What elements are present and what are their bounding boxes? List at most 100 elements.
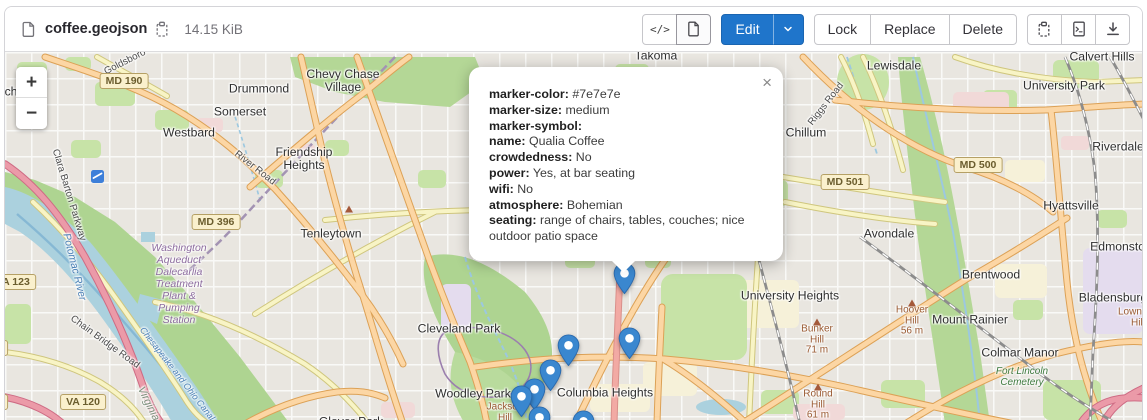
map-label-place: Somerset (214, 106, 266, 119)
file-action-group: Lock Replace Delete (814, 14, 1017, 45)
file-card: coffee.geojson 14.15 KiB </> (4, 6, 1143, 420)
map-label-waterl: Potomac River (59, 232, 88, 302)
popup-property-key: power: (489, 166, 530, 180)
map-label-place: Bladensburg (1079, 292, 1142, 305)
edit-dropdown-button[interactable] (773, 14, 804, 45)
map-label-road: Clara Barton Parkway (49, 148, 89, 243)
route-shield-badge: VA 120 (60, 394, 106, 410)
popup-property: marker-color: #7e7e7e (489, 87, 763, 103)
zoom-in-button[interactable]: + (16, 67, 47, 98)
map-label-place: Edmonston (1090, 241, 1142, 254)
map-label-place: Takoma (635, 52, 678, 63)
download-icon (1105, 21, 1121, 37)
map-label-state: Virginia (134, 385, 162, 420)
file-size: 14.15 KiB (184, 22, 243, 37)
popup-property-key: wifi: (489, 182, 514, 196)
peak-triangle-icon (814, 384, 822, 391)
view-toggle-group: </> (642, 14, 711, 45)
map-viewport[interactable]: TakomaLewisdaleCalvert HillsUniversity P… (5, 52, 1142, 420)
map-label-place: Avondale (864, 228, 915, 241)
map-label-place: Friendship Heights (276, 146, 333, 172)
map-label-road: Riggs Road (805, 80, 847, 128)
peak-triangle-icon (345, 206, 353, 213)
map-label-place: Riverdale (1092, 141, 1142, 154)
feature-popup: × marker-color: #7e7e7emarker-size: medi… (469, 67, 783, 261)
download-button[interactable] (1095, 14, 1130, 45)
zoom-out-button[interactable]: − (16, 98, 47, 129)
marker-pin-icon (618, 327, 641, 359)
route-shield-badge: 5 (5, 340, 8, 356)
open-raw-button[interactable] (1061, 14, 1096, 45)
raw-file-icon (1072, 21, 1086, 37)
map-label-place: Mount Rainier (932, 314, 1008, 327)
map-label-place: Glover Park (319, 416, 383, 420)
map-label-place: Cleveland Park (418, 323, 501, 336)
route-shield-badge: MD 501 (821, 174, 870, 190)
popup-property: power: Yes, at bar seating (489, 166, 763, 182)
map-label-road: River Road (232, 148, 279, 188)
delete-button[interactable]: Delete (949, 14, 1017, 45)
peak-triangle-icon (813, 319, 821, 326)
file-header-left: coffee.geojson 14.15 KiB (21, 21, 243, 38)
popup-property-key: marker-color: (489, 87, 569, 101)
map-label-peak: Bunker Hill 71 m (801, 324, 833, 356)
view-source-button[interactable]: </> (642, 14, 677, 45)
replace-button[interactable]: Replace (870, 14, 949, 45)
popup-property-key: name: (489, 134, 526, 148)
map-label-place: Drummond (229, 83, 289, 96)
map-label-place: Lewisdale (867, 60, 921, 73)
popup-property: marker-symbol: (489, 119, 763, 135)
popup-property-key: marker-size: (489, 103, 562, 117)
map-zoom-control: + − (16, 67, 47, 129)
route-shield-badge: MD 500 (954, 157, 1003, 173)
peak-triangle-icon (908, 300, 916, 307)
map-label-peak: Round Hill 61 m (803, 389, 832, 420)
code-icon: </> (650, 15, 670, 44)
file-name: coffee.geojson (45, 21, 147, 37)
screenshot-root: coffee.geojson 14.15 KiB </> (0, 0, 1147, 420)
map-label-place: Chevy Chase Village (306, 68, 379, 94)
popup-property: marker-size: medium (489, 103, 763, 119)
route-shield-badge: 9 (5, 394, 8, 410)
map-label-prot: Washington Aqueduct Dalecarlia Treatment… (151, 242, 206, 326)
popup-property: crowdedness: No (489, 150, 763, 166)
edit-split-button: Edit (721, 14, 803, 45)
edit-button[interactable]: Edit (721, 14, 773, 45)
copy-path-icon[interactable] (155, 21, 170, 38)
route-shield-badge: A 123 (5, 274, 36, 290)
map-marker[interactable] (618, 327, 641, 364)
file-utility-group (1027, 14, 1130, 45)
map-marker[interactable] (528, 406, 551, 420)
popup-close-button[interactable]: × (760, 72, 774, 93)
map-label-place: University Heights (741, 290, 839, 303)
popup-property-key: seating: (489, 213, 537, 227)
popup-properties: marker-color: #7e7e7emarker-size: medium… (489, 87, 763, 245)
map-label-place: Colmar Manor (981, 347, 1058, 360)
copy-contents-icon (1037, 21, 1052, 38)
map-label-place: Westbard (163, 127, 215, 140)
document-icon (687, 21, 701, 37)
map-label-place: Tenleytown (301, 228, 362, 241)
popup-property-key: marker-symbol: (489, 119, 582, 133)
popup-property: seating: range of chairs, tables, couche… (489, 213, 763, 245)
route-shield-badge: MD 396 (192, 214, 241, 230)
map-label-place: Chillum (786, 127, 827, 140)
map-marker[interactable] (572, 410, 595, 420)
map-label-peak: Hoover Hill 56 m (896, 305, 928, 337)
file-header: coffee.geojson 14.15 KiB </> (5, 7, 1142, 52)
view-rendered-button[interactable] (676, 14, 711, 45)
marker-pin-icon (528, 406, 551, 420)
popup-property: atmosphere: Bohemian (489, 198, 763, 214)
map-label-road: Chain Bridge Road (68, 312, 143, 371)
lock-button[interactable]: Lock (814, 14, 872, 45)
chevron-down-icon (782, 23, 794, 35)
copy-contents-button[interactable] (1027, 14, 1062, 45)
popup-property-key: atmosphere: (489, 198, 563, 212)
map-label-place: University Park (1023, 80, 1105, 93)
map-label-place: Woodley Park (435, 388, 511, 401)
popup-property: name: Qualia Coffee (489, 134, 763, 150)
map-label-place: Hyattsville (1043, 200, 1099, 213)
marker-pin-icon (572, 410, 595, 420)
route-shield-badge: MD 190 (100, 73, 149, 89)
map-label-peak: Lowndes Hill (1118, 308, 1142, 329)
